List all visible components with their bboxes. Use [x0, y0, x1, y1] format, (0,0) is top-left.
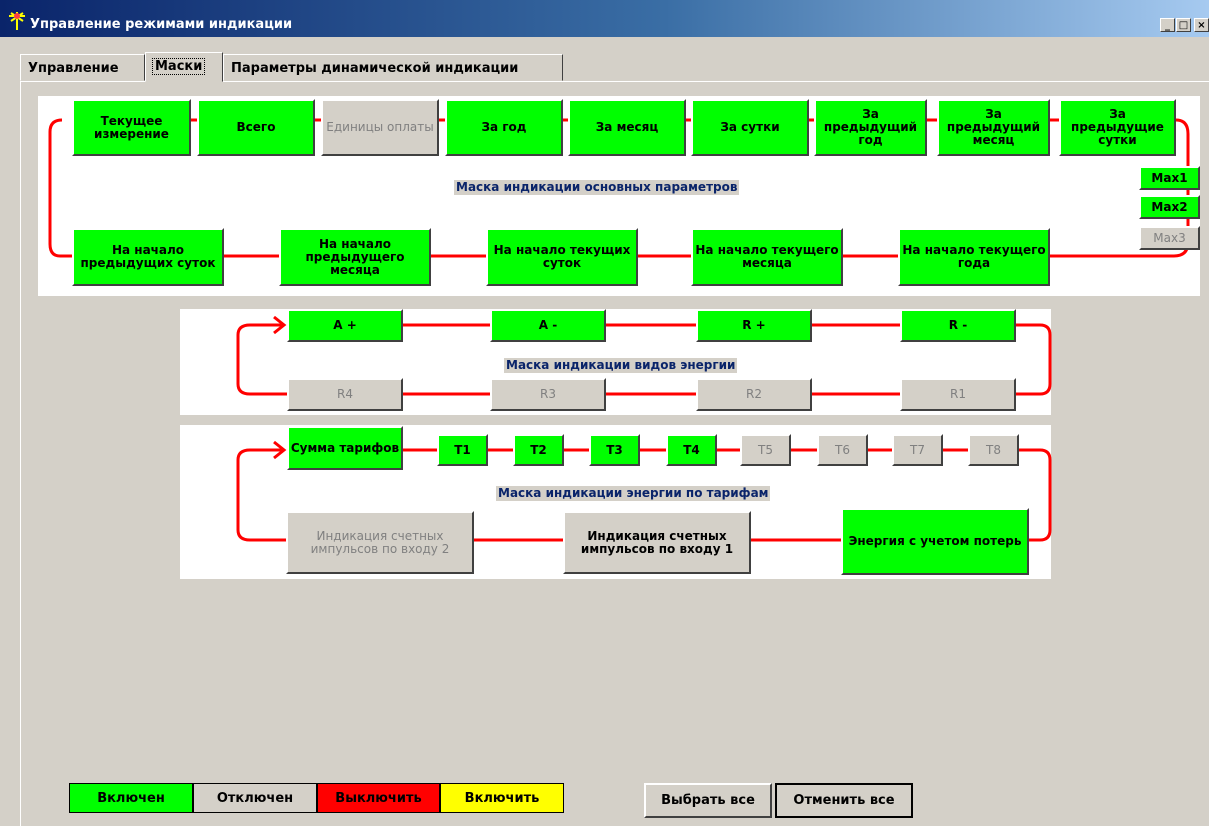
- mask-tariff-sum[interactable]: Сумма тарифов: [287, 426, 403, 470]
- window-title: Управление режимами индикации: [30, 17, 293, 32]
- mask-t1[interactable]: T1: [437, 434, 488, 466]
- mask-prev-month[interactable]: За предыдущий месяц: [937, 99, 1050, 156]
- mask-for-day[interactable]: За сутки: [691, 99, 809, 156]
- legend-enabled: Включен: [69, 783, 193, 813]
- mask-max1[interactable]: Max1: [1139, 166, 1200, 190]
- select-all-button[interactable]: Выбрать все: [644, 783, 772, 818]
- close-button[interactable]: ×: [1194, 18, 1209, 32]
- minimize-button[interactable]: _: [1160, 18, 1175, 32]
- main-params-caption: Маска индикации основных параметров: [454, 180, 740, 195]
- legend-turn-off: Выключить: [317, 783, 440, 813]
- mask-start-curr-year[interactable]: На начало текущего года: [898, 228, 1050, 286]
- mask-t3[interactable]: T3: [589, 434, 640, 466]
- mask-max2[interactable]: Max2: [1139, 195, 1200, 219]
- legend-turn-on: Включить: [440, 783, 564, 813]
- mask-total[interactable]: Всего: [197, 99, 315, 156]
- mask-prev-days[interactable]: За предыдущие сутки: [1059, 99, 1176, 156]
- mask-max3[interactable]: Max3: [1139, 226, 1200, 250]
- mask-for-month[interactable]: За месяц: [568, 99, 686, 156]
- mask-r1[interactable]: R1: [900, 378, 1016, 411]
- mask-r3[interactable]: R3: [490, 378, 606, 411]
- mask-r-minus[interactable]: R -: [900, 309, 1016, 342]
- mask-t2[interactable]: T2: [513, 434, 564, 466]
- maximize-button[interactable]: □: [1176, 18, 1191, 32]
- mask-prev-year[interactable]: За предыдущий год: [814, 99, 927, 156]
- mask-a-plus[interactable]: A +: [287, 309, 403, 342]
- mask-energy-losses[interactable]: Энергия с учетом потерь: [841, 508, 1029, 575]
- mask-t5[interactable]: T5: [740, 434, 791, 466]
- mask-start-curr-month[interactable]: На начало текущего месяца: [691, 228, 843, 286]
- mask-pulses-input2[interactable]: Индикация счетных импульсов по входу 2: [286, 511, 474, 574]
- energy-types-caption: Маска индикации видов энергии: [504, 358, 738, 373]
- mask-t8[interactable]: T8: [968, 434, 1019, 466]
- tab-masks-label: Маски: [151, 58, 206, 75]
- mask-t4[interactable]: T4: [666, 434, 717, 466]
- tab-masks[interactable]: Маски: [145, 52, 223, 82]
- mask-t6[interactable]: T6: [817, 434, 868, 466]
- tab-control-label: Управление: [28, 61, 119, 76]
- mask-r2[interactable]: R2: [696, 378, 812, 411]
- mask-r4[interactable]: R4: [287, 378, 403, 411]
- tab-control[interactable]: Управление: [20, 54, 145, 81]
- mask-start-prev-month[interactable]: На начало предыдущего месяца: [279, 228, 431, 286]
- mask-current-measurement[interactable]: Текущее измерение: [72, 99, 191, 156]
- tab-dynamic-params-label: Параметры динамической индикации: [231, 61, 519, 76]
- mask-pulses-input1[interactable]: Индикация счетных импульсов по входу 1: [563, 511, 751, 574]
- mask-t7[interactable]: T7: [892, 434, 943, 466]
- app-icon: [9, 12, 25, 30]
- mask-start-curr-day[interactable]: На начало текущих суток: [486, 228, 638, 286]
- cancel-all-button[interactable]: Отменить все: [775, 783, 913, 818]
- title-bar: Управление режимами индикации _ □ ×: [0, 0, 1209, 37]
- mask-for-year[interactable]: За год: [445, 99, 563, 156]
- mask-payment-units[interactable]: Единицы оплаты: [321, 99, 439, 156]
- mask-r-plus[interactable]: R +: [696, 309, 812, 342]
- tab-dynamic-params[interactable]: Параметры динамической индикации: [223, 54, 563, 81]
- tariffs-caption: Маска индикации энергии по тарифам: [496, 486, 771, 501]
- mask-start-prev-day[interactable]: На начало предыдущих суток: [72, 228, 224, 286]
- legend-disabled: Отключен: [193, 783, 317, 813]
- mask-a-minus[interactable]: A -: [490, 309, 606, 342]
